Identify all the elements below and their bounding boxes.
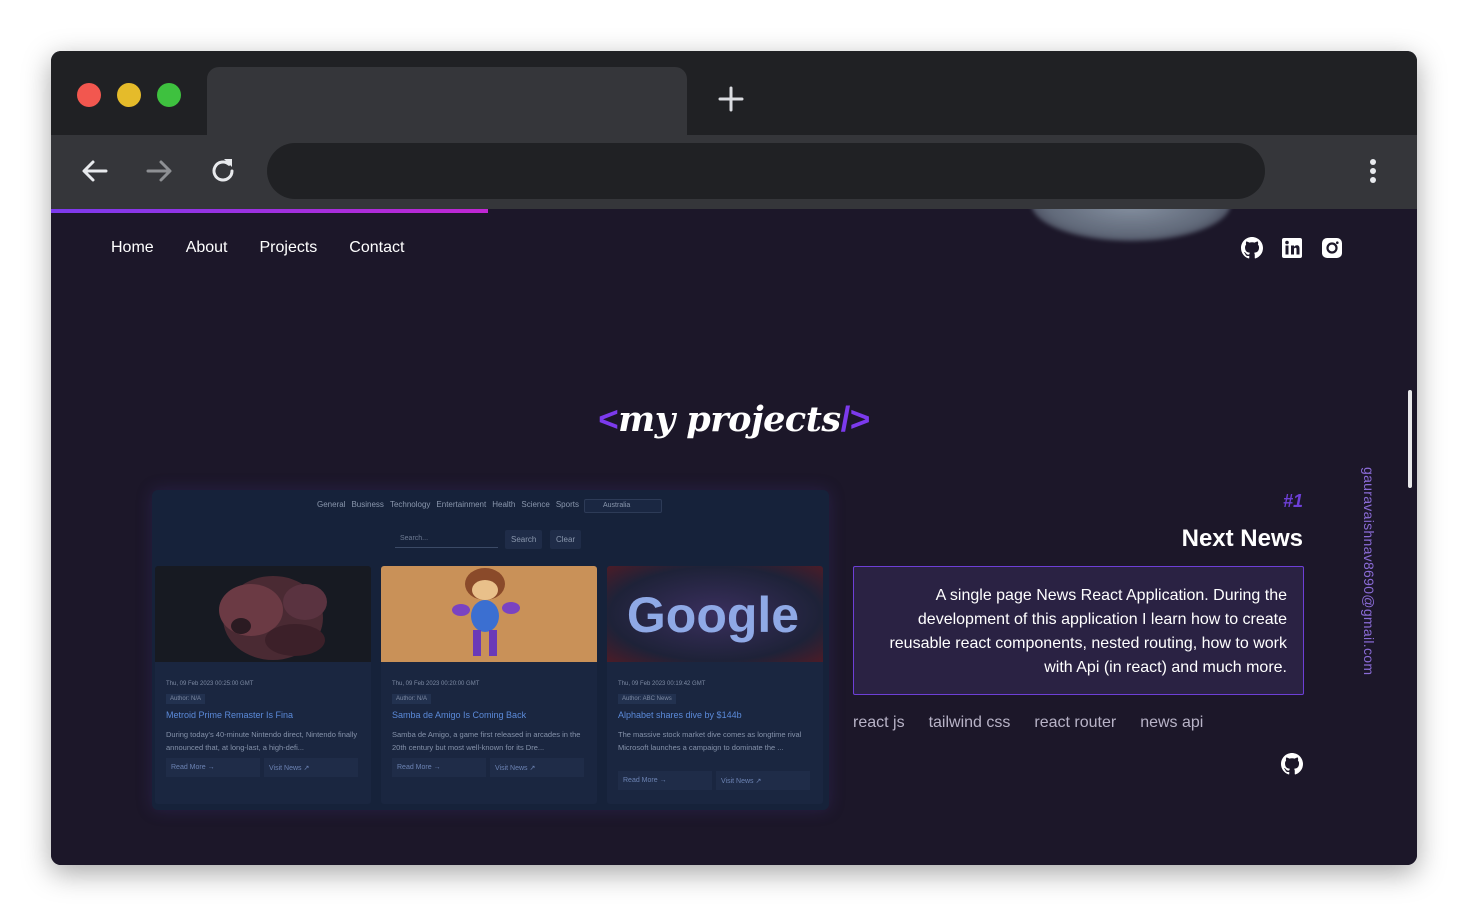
card-date: Thu, 09 Feb 2023 00:20:00 GMT: [392, 681, 480, 687]
nav-about[interactable]: About: [186, 239, 228, 257]
tech-item: react js: [853, 714, 905, 731]
social-links: [1241, 237, 1343, 259]
screenshot-category: Technology: [389, 500, 431, 509]
new-tab-icon[interactable]: [717, 85, 745, 113]
card-image-armored-figure: [155, 566, 371, 662]
card-links: Read More → Visit News ↗: [618, 771, 810, 790]
scroll-progress-bar: [51, 209, 489, 213]
reload-icon[interactable]: [207, 155, 239, 187]
heading-text: my projects: [618, 399, 841, 440]
screenshot-category: Sports: [555, 500, 579, 509]
screenshot-country-select: Australia: [584, 499, 662, 513]
nav-home[interactable]: Home: [111, 239, 154, 257]
card-description: During today's 40-minute Nintendo direct…: [166, 730, 358, 752]
screenshot-news-card: Thu, 09 Feb 2023 00:20:00 GMT Author: N/…: [381, 566, 597, 804]
project-github-icon[interactable]: [1281, 753, 1303, 775]
decorative-blob: [1031, 209, 1231, 241]
screenshot-news-card: Google Thu, 09 Feb 2023 00:19:42 GMT Aut…: [607, 566, 823, 804]
screenshot-search-button: Search: [505, 530, 543, 549]
card-visit-news: Visit News ↗: [716, 771, 810, 790]
project-description: A single page News React Application. Du…: [853, 566, 1304, 695]
heading-bracket-open: <: [598, 400, 619, 439]
screenshot-search-input: Search...: [395, 531, 498, 548]
project-number: #1: [1282, 491, 1303, 511]
screenshot-category: Business: [351, 500, 384, 509]
card-image-logo-text: Google: [627, 587, 799, 643]
tech-item: react router: [1034, 714, 1117, 731]
card-title: Metroid Prime Remaster Is Fina: [166, 710, 294, 720]
github-icon[interactable]: [1241, 237, 1263, 259]
screenshot-category: Science: [521, 500, 550, 509]
card-links: Read More → Visit News ↗: [392, 758, 584, 777]
card-read-more: Read More →: [618, 771, 712, 790]
email-link[interactable]: gauravaishnav8690@gmail.com: [1361, 467, 1377, 675]
back-arrow-icon[interactable]: [79, 155, 111, 187]
maximize-window-button[interactable]: [157, 83, 181, 107]
screenshot-news-card: Thu, 09 Feb 2023 00:25:00 GMT Author: N/…: [155, 566, 371, 804]
address-bar[interactable]: [267, 143, 1265, 199]
screenshot-clear-button: Clear: [550, 530, 582, 549]
site-nav: Home About Projects Contact: [111, 239, 404, 257]
screenshot-category: General: [317, 500, 346, 509]
screenshot-category: Entertainment: [436, 500, 487, 509]
more-options-icon[interactable]: [1361, 155, 1385, 187]
heading-bracket-close: />: [840, 400, 871, 439]
tech-stack: react js tailwind css react router news …: [853, 714, 1203, 732]
card-read-more: Read More →: [166, 758, 260, 777]
browser-window: Home About Projects Contact <my projects…: [51, 51, 1417, 865]
linkedin-icon[interactable]: [1281, 237, 1303, 259]
card-title: Alphabet shares dive by $144b: [618, 710, 742, 720]
tech-item: news api: [1140, 714, 1204, 731]
scrollbar-thumb[interactable]: [1408, 390, 1412, 488]
card-read-more: Read More →: [392, 758, 486, 777]
project-title: Next News: [1181, 525, 1303, 552]
card-author: Author: N/A: [166, 694, 206, 704]
tech-item: tailwind css: [928, 714, 1011, 731]
minimize-window-button[interactable]: [117, 83, 141, 107]
card-description: Samba de Amigo, a game first released in…: [392, 730, 581, 752]
card-links: Read More → Visit News ↗: [166, 758, 358, 777]
nav-contact[interactable]: Contact: [349, 239, 404, 257]
card-image-logo: Google: [607, 566, 823, 662]
project-screenshot[interactable]: General Business Technology Entertainmen…: [152, 490, 829, 810]
card-image-character: [381, 566, 597, 662]
instagram-icon[interactable]: [1321, 237, 1343, 259]
section-heading: <my projects/>: [51, 399, 1417, 440]
forward-arrow-icon[interactable]: [143, 155, 175, 187]
browser-toolbar: [51, 135, 1417, 209]
card-visit-news: Visit News ↗: [264, 758, 358, 777]
card-description: The massive stock market dive comes as l…: [618, 730, 802, 752]
screenshot-category: Health: [492, 500, 516, 509]
title-bar: [51, 51, 1417, 135]
active-tab[interactable]: [207, 67, 687, 135]
nav-projects[interactable]: Projects: [260, 239, 318, 257]
card-title: Samba de Amigo Is Coming Back: [392, 710, 527, 720]
card-date: Thu, 09 Feb 2023 00:25:00 GMT: [166, 681, 254, 687]
screenshot-categories: General Business Technology Entertainmen…: [317, 500, 579, 509]
close-window-button[interactable]: [77, 83, 101, 107]
card-author: Author: ABC News: [618, 694, 676, 704]
card-visit-news: Visit News ↗: [490, 758, 584, 777]
page-viewport: Home About Projects Contact <my projects…: [51, 209, 1417, 865]
card-date: Thu, 09 Feb 2023 00:19:42 GMT: [618, 681, 706, 687]
card-author: Author: N/A: [392, 694, 432, 704]
